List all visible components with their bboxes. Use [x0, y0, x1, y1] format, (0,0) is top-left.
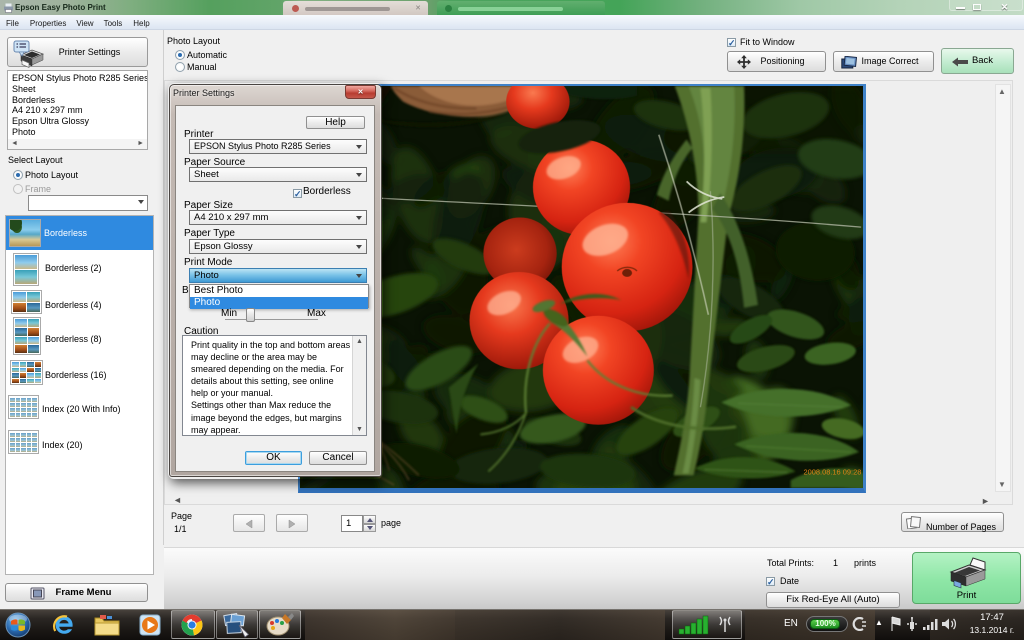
svg-text:2008.08.16 09:28: 2008.08.16 09:28 — [804, 467, 862, 476]
